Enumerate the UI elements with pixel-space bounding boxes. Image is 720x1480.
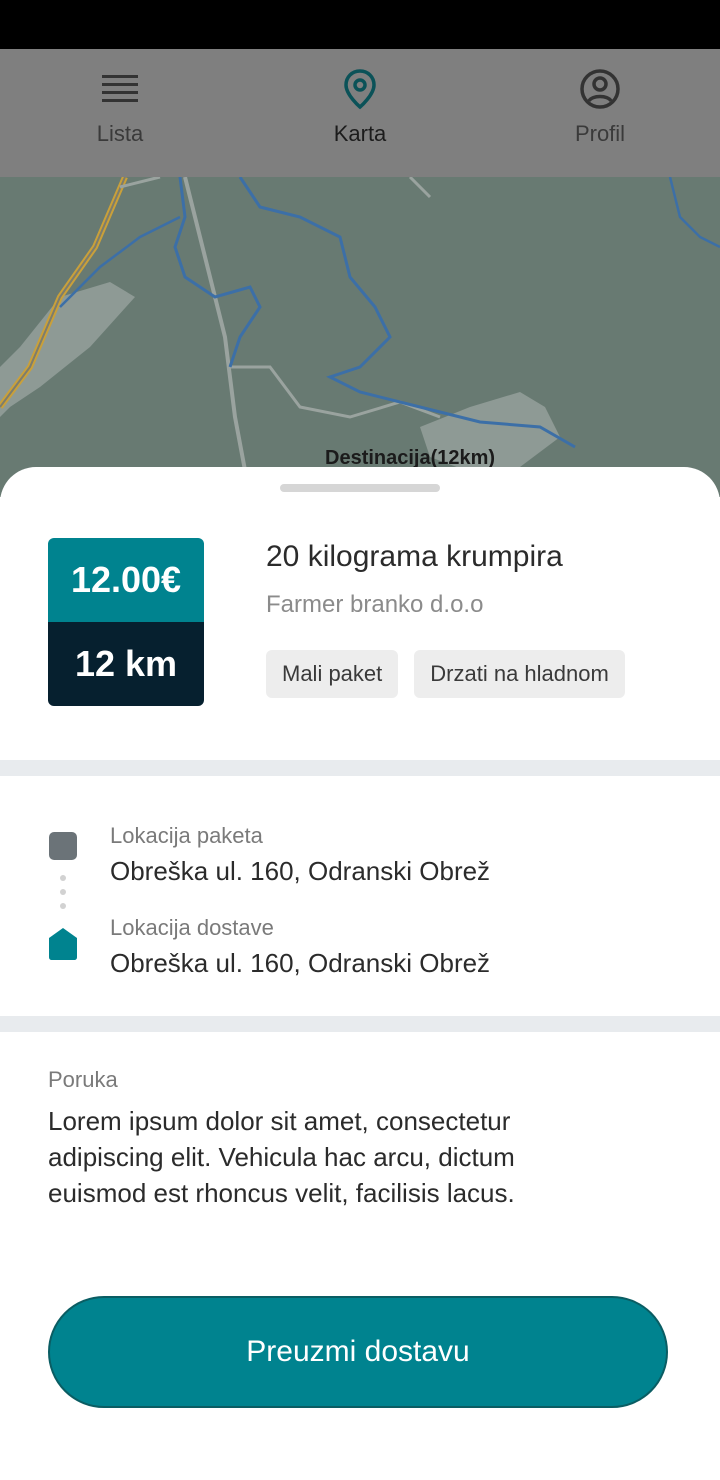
delivery-bottom-sheet: 12.00€ 12 km 20 kilograma krumpira Farme… <box>0 467 720 1480</box>
package-tags: Mali paket Drzati na hladnom <box>266 650 625 698</box>
tab-karta[interactable]: Karta <box>240 49 480 177</box>
tag-small-package: Mali paket <box>266 650 399 698</box>
delivery-location-icon <box>49 928 77 960</box>
price-value: 12.00€ <box>48 538 204 622</box>
profile-icon <box>580 69 620 109</box>
message-text: Lorem ipsum dolor sit amet, consectetur … <box>48 1106 515 1208</box>
route-connector <box>60 875 66 917</box>
map-pin-icon <box>344 69 376 110</box>
tab-profil[interactable]: Profil <box>480 49 720 177</box>
tab-profil-label: Profil <box>574 121 626 146</box>
section-divider <box>0 760 720 776</box>
tab-lista-label: Lista <box>96 121 144 146</box>
accept-delivery-button[interactable]: Preuzmi dostavu <box>48 1296 668 1408</box>
pickup-location-icon <box>49 832 77 860</box>
sheet-drag-handle[interactable] <box>280 484 440 492</box>
tab-karta-label: Karta <box>333 121 387 146</box>
package-title: 20 kilograma krumpira <box>266 540 563 573</box>
package-sender: Farmer branko d.o.o <box>266 591 484 618</box>
message-label: Poruka <box>48 1067 118 1092</box>
section-divider <box>0 1016 720 1032</box>
list-icon <box>102 75 138 102</box>
distance-value: 12 km <box>48 622 204 706</box>
delivery-address: Obreška ul. 160, Odranski Obrež <box>110 948 491 978</box>
tag-keep-cold: Drzati na hladnom <box>414 650 625 698</box>
price-distance-box: 12.00€ 12 km <box>48 538 204 706</box>
status-bar <box>0 0 720 49</box>
delivery-label: Lokacija dostave <box>110 915 274 940</box>
pickup-address: Obreška ul. 160, Odranski Obrež <box>110 856 491 886</box>
tab-lista[interactable]: Lista <box>0 49 240 177</box>
top-navigation: Lista Karta Profil <box>0 49 720 177</box>
pickup-label: Lokacija paketa <box>110 823 263 848</box>
